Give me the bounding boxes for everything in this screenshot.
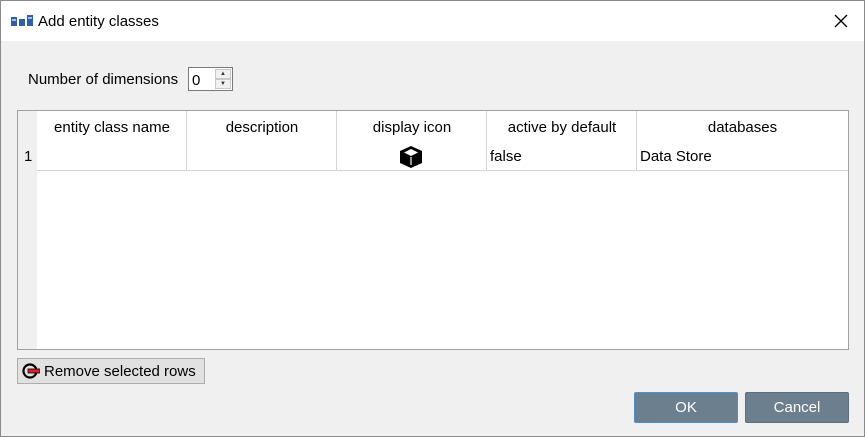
dimensions-spinbox[interactable]: ▲ ▼	[188, 67, 233, 91]
cell-active-by-default[interactable]: false	[487, 143, 637, 171]
dimensions-label: Number of dimensions	[28, 71, 179, 88]
cell-display-icon[interactable]	[337, 143, 487, 171]
dialog-window: Add entity classes Number of dimensions …	[0, 0, 865, 437]
row-number[interactable]: 1	[24, 149, 32, 165]
entity-classes-table[interactable]: 1 entity class name description display …	[17, 110, 849, 350]
column-header-active-by-default[interactable]: active by default	[487, 111, 637, 143]
column-header-databases[interactable]: databases	[637, 111, 848, 143]
spin-down-button[interactable]: ▼	[215, 79, 231, 89]
table-header: entity class name description display ic…	[37, 111, 848, 143]
close-button[interactable]	[818, 1, 864, 41]
remove-selected-rows-button[interactable]: Remove selected rows	[17, 358, 205, 384]
cell-entity-class-name[interactable]	[37, 143, 187, 171]
close-icon	[834, 14, 848, 28]
table-row[interactable]: false Data Store	[37, 143, 848, 171]
entity-classes-icon	[11, 15, 33, 26]
row-header-gutter	[18, 111, 37, 349]
cube-icon	[400, 146, 422, 168]
remove-button-label: Remove selected rows	[44, 362, 196, 380]
spin-up-button[interactable]: ▲	[215, 69, 231, 79]
ok-button[interactable]: OK	[634, 392, 738, 423]
cancel-button[interactable]: Cancel	[745, 392, 849, 423]
column-header-display-icon[interactable]: display icon	[337, 111, 487, 143]
cell-databases[interactable]: Data Store	[637, 143, 848, 171]
title-bar: Add entity classes	[1, 1, 864, 41]
window-title: Add entity classes	[38, 13, 159, 30]
remove-rows-icon	[22, 363, 40, 379]
spin-arrows: ▲ ▼	[215, 69, 231, 89]
column-header-name[interactable]: entity class name	[37, 111, 187, 143]
dimensions-input[interactable]	[189, 68, 215, 90]
cell-description[interactable]	[187, 143, 337, 171]
column-header-description[interactable]: description	[187, 111, 337, 143]
